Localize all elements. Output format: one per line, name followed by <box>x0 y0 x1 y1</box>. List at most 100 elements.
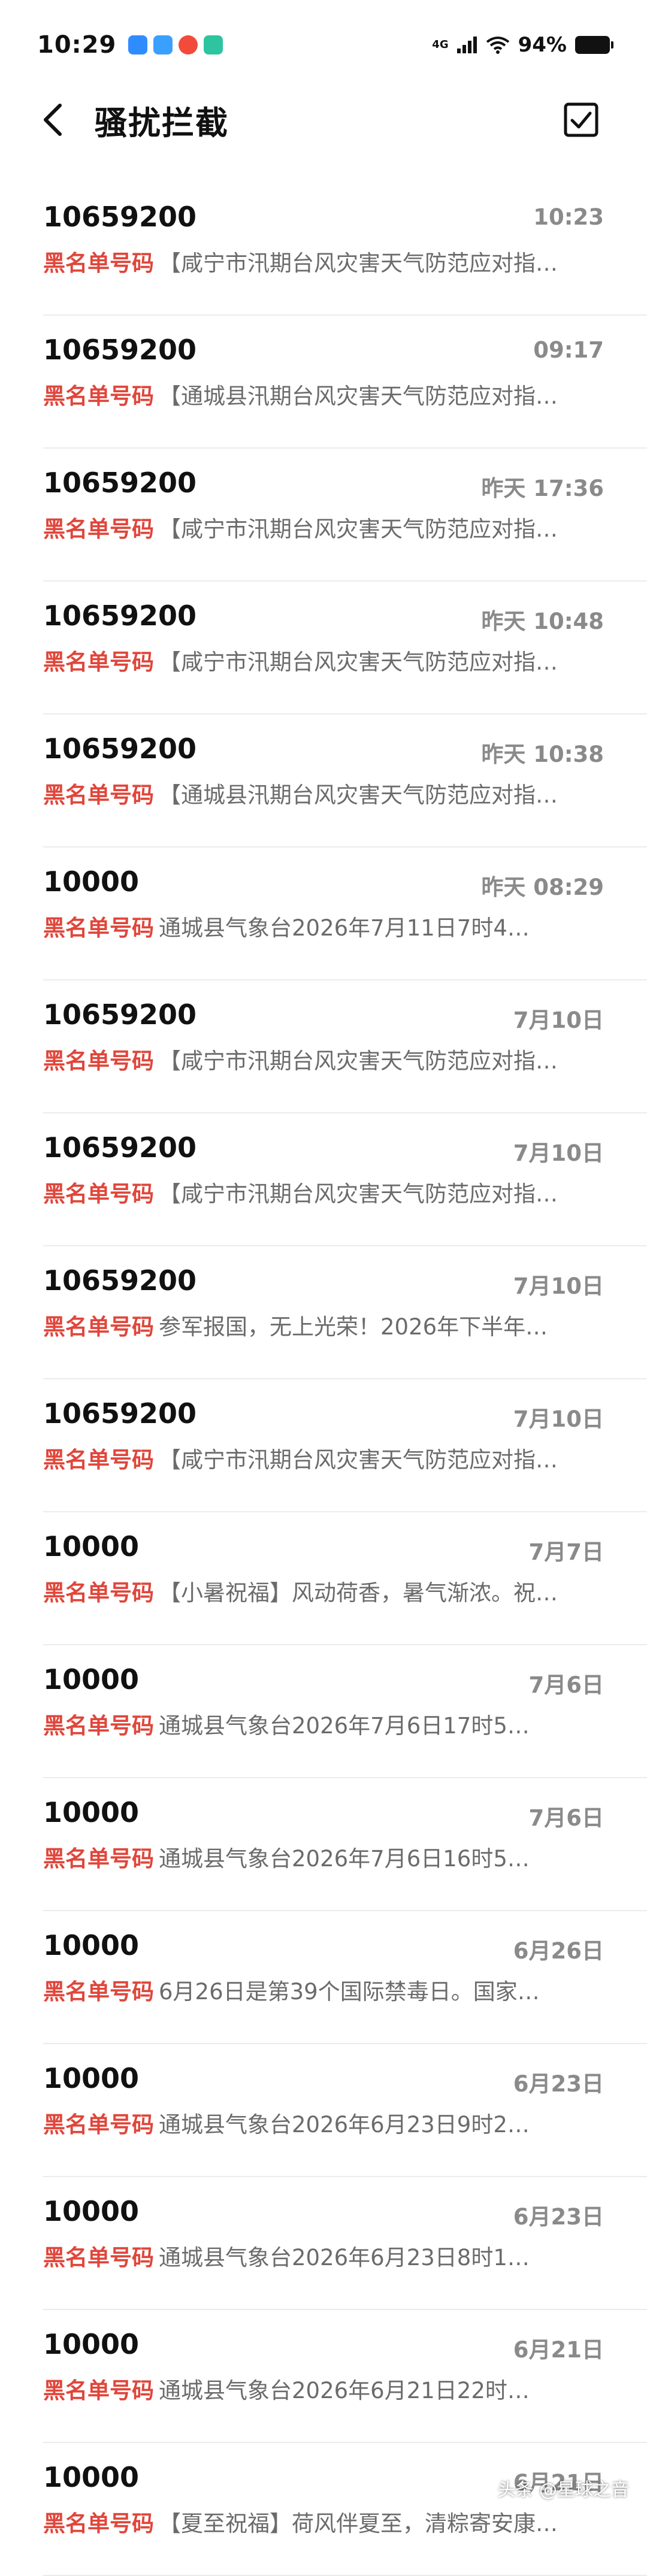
message-row[interactable]: 100006月21日黑名单号码【夏至祝福】荷风伴夏至，清粽寄安康… <box>43 2443 647 2576</box>
signal-icon <box>457 37 477 53</box>
message-preview: 通城县气象台2026年6月23日8时1… <box>159 2245 530 2271</box>
sender-number: 10659200 <box>43 732 196 765</box>
header: 骚扰拦截 <box>0 90 647 150</box>
message-preview: 【咸宁市汛期台风灾害天气防范应对指… <box>159 649 558 675</box>
message-preview: 通城县气象台2026年6月23日9时2… <box>159 2112 530 2138</box>
message-time: 7月7日 <box>529 1534 604 1566</box>
message-summary: 黑名单号码通城县气象台2026年6月21日22时… <box>43 2372 601 2405</box>
back-arrow-icon <box>41 102 65 138</box>
message-row[interactable]: 1065920009:17黑名单号码【通城县汛期台风灾害天气防范应对指… <box>43 316 647 449</box>
message-preview: 通城县气象台2026年7月11日7时4… <box>159 915 530 941</box>
message-row[interactable]: 100006月26日黑名单号码6月26日是第39个国际禁毒日。国家… <box>43 1911 647 2044</box>
blacklist-tag: 黑名单号码 <box>43 782 154 808</box>
message-preview: 通城县气象台2026年7月6日16时5… <box>159 1846 530 1872</box>
message-preview: 通城县气象台2026年7月6日17时5… <box>159 1713 530 1739</box>
back-button[interactable] <box>35 102 71 138</box>
message-row[interactable]: 10000 昨天 08:29 黑名单号码通城县气象台2026年7月11日7时4… <box>43 847 647 980</box>
message-preview: 【咸宁市汛期台风灾害天气防范应对指… <box>159 1181 558 1207</box>
message-summary: 黑名单号码【咸宁市汛期台风灾害天气防范应对指… <box>43 245 601 277</box>
message-time: 昨天 10:48 <box>481 603 604 635</box>
app-grid-icon <box>153 35 173 55</box>
message-row[interactable]: 100007月7日黑名单号码【小暑祝福】风动荷香，暑气渐浓。祝… <box>43 1512 647 1645</box>
message-preview: 【夏至祝福】荷风伴夏至，清粽寄安康… <box>159 2511 558 2536</box>
multi-select-button[interactable] <box>563 102 599 138</box>
blacklist-tag: 黑名单号码 <box>43 1846 154 1872</box>
message-time: 7月10日 <box>513 1002 604 1034</box>
blacklist-tag: 黑名单号码 <box>43 2112 154 2138</box>
message-summary: 黑名单号码【通城县汛期台风灾害天气防范应对指… <box>43 777 601 809</box>
message-row[interactable]: 100007月6日黑名单号码通城县气象台2026年7月6日17时5… <box>43 1645 647 1778</box>
sender-number: 10000 <box>43 865 139 898</box>
message-time: 7月10日 <box>513 1268 604 1300</box>
blacklist-tag: 黑名单号码 <box>43 2511 154 2536</box>
message-preview: 【小暑祝福】风动荷香，暑气渐浓。祝… <box>159 1580 558 1606</box>
message-row[interactable]: 106592007月10日黑名单号码【咸宁市汛期台风灾害天气防范应对指… <box>43 1113 647 1246</box>
message-summary: 黑名单号码通城县气象台2026年7月11日7时4… <box>43 910 601 942</box>
message-summary: 黑名单号码通城县气象台2026年6月23日8时1… <box>43 2239 601 2272</box>
blacklist-tag: 黑名单号码 <box>43 1580 154 1606</box>
message-summary: 黑名单号码【咸宁市汛期台风灾害天气防范应对指… <box>43 1442 601 1474</box>
message-time: 7月6日 <box>529 1800 604 1832</box>
message-row[interactable]: 106592007月10日黑名单号码参军报国，无上光荣！2026年下半年… <box>43 1246 647 1379</box>
message-summary: 黑名单号码6月26日是第39个国际禁毒日。国家… <box>43 1973 601 2006</box>
message-row[interactable]: 10659200 昨天 17:36 黑名单号码【咸宁市汛期台风灾害天气防范应对指… <box>43 449 647 582</box>
message-time: 09:17 <box>533 337 604 363</box>
message-preview: 【咸宁市汛期台风灾害天气防范应对指… <box>159 1447 558 1473</box>
message-list: 1065920010:23黑名单号码【咸宁市汛期台风灾害天气防范应对指…1065… <box>0 183 647 2576</box>
blacklist-tag: 黑名单号码 <box>43 1181 154 1207</box>
message-preview: 【咸宁市汛期台风灾害天气防范应对指… <box>159 1048 558 1074</box>
message-summary: 黑名单号码【咸宁市汛期台风灾害天气防范应对指… <box>43 511 601 543</box>
message-row[interactable]: 100006月21日黑名单号码通城县气象台2026年6月21日22时… <box>43 2310 647 2443</box>
message-time: 6月23日 <box>513 2066 604 2098</box>
sender-number: 10659200 <box>43 1131 196 1164</box>
blacklist-tag: 黑名单号码 <box>43 2245 154 2271</box>
wifi-icon <box>486 36 510 54</box>
sender-number: 10000 <box>43 2195 139 2227</box>
message-row[interactable]: 106592007月10日黑名单号码【咸宁市汛期台风灾害天气防范应对指… <box>43 1379 647 1512</box>
battery-percent: 94% <box>518 33 567 57</box>
message-row[interactable]: 10659200 昨天 10:38 黑名单号码【通城县汛期台风灾害天气防范应对指… <box>43 715 647 847</box>
message-time: 7月6日 <box>529 1667 604 1699</box>
message-time: 昨天 17:36 <box>481 470 604 503</box>
message-summary: 黑名单号码【咸宁市汛期台风灾害天气防范应对指… <box>43 1043 601 1075</box>
sender-number: 10659200 <box>43 1264 196 1297</box>
sender-number: 10659200 <box>43 600 196 632</box>
sender-number: 10659200 <box>43 201 196 233</box>
message-preview: 【通城县汛期台风灾害天气防范应对指… <box>159 782 558 808</box>
watermark: 头条 @星球之音 <box>497 2475 629 2501</box>
message-row[interactable]: 10659200 7月10日黑名单号码【咸宁市汛期台风灾害天气防范应对指… <box>43 980 647 1113</box>
app-blue-icon <box>128 35 147 55</box>
message-row[interactable]: 10000 6月23日黑名单号码通城县气象台2026年6月23日8时1… <box>43 2177 647 2310</box>
sender-number: 10659200 <box>43 1397 196 1430</box>
message-summary: 黑名单号码【咸宁市汛期台风灾害天气防范应对指… <box>43 1176 601 1208</box>
sender-number: 10659200 <box>43 998 196 1031</box>
message-preview: 6月26日是第39个国际禁毒日。国家… <box>159 1979 540 2005</box>
blacklist-tag: 黑名单号码 <box>43 649 154 675</box>
message-row[interactable]: 10659200 10:23 黑名单号码【咸宁市汛期台风灾害天气防范应对指… <box>43 183 647 316</box>
sender-number: 10000 <box>43 2328 139 2360</box>
page-title: 骚扰拦截 <box>95 96 229 144</box>
status-bar: 10:29 4G 94% <box>0 0 647 90</box>
blacklist-tag: 黑名单号码 <box>43 516 154 542</box>
checkbox-icon <box>564 102 598 137</box>
message-summary: 黑名单号码【夏至祝福】荷风伴夏至，清粽寄安康… <box>43 2505 601 2538</box>
sender-number: 10000 <box>43 2461 139 2493</box>
message-time: 6月23日 <box>513 2199 604 2231</box>
message-summary: 黑名单号码【通城县汛期台风灾害天气防范应对指… <box>43 378 601 410</box>
app-green-icon <box>204 35 223 55</box>
message-row[interactable]: 10659200 昨天 10:48 黑名单号码【咸宁市汛期台风灾害天气防范应对指… <box>43 582 647 715</box>
sender-number: 10000 <box>43 1929 139 1961</box>
sender-number: 10659200 <box>43 467 196 499</box>
message-row[interactable]: 100006月23日黑名单号码通城县气象台2026年6月23日9时2… <box>43 2044 647 2177</box>
status-time: 10:29 <box>37 31 116 59</box>
sender-number: 10000 <box>43 1796 139 1829</box>
blacklist-tag: 黑名单号码 <box>43 250 154 276</box>
message-time: 昨天 10:38 <box>481 736 604 768</box>
message-time: 昨天 08:29 <box>481 869 604 901</box>
blacklist-tag: 黑名单号码 <box>43 1979 154 2005</box>
notification-icons <box>128 35 223 55</box>
status-right: 4G 94% <box>432 33 610 57</box>
message-summary: 黑名单号码通城县气象台2026年7月6日17时5… <box>43 1708 601 1740</box>
message-time: 10:23 <box>533 204 604 230</box>
message-row[interactable]: 10000 7月6日黑名单号码通城县气象台2026年7月6日16时5… <box>43 1778 647 1911</box>
